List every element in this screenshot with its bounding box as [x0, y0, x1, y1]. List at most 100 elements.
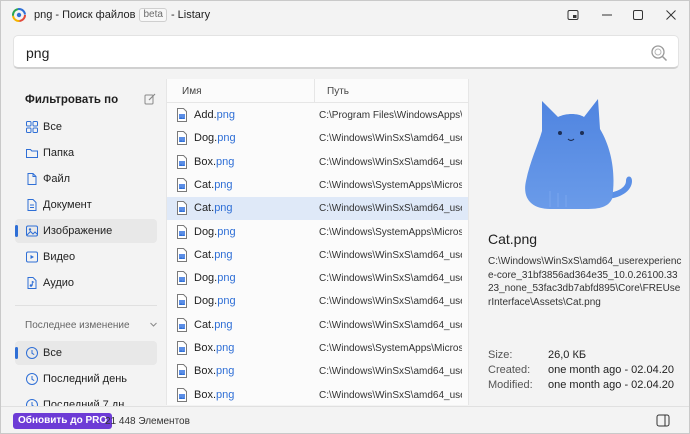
- file-path: C:\Program Files\WindowsApps\M: [319, 110, 462, 121]
- filter-all[interactable]: Все: [15, 115, 157, 139]
- filter-file-label: Файл: [43, 173, 71, 185]
- image-file-icon: [176, 271, 188, 286]
- status-bar: Обновить до PRO 21 448 Элементов: [1, 406, 689, 433]
- image-file-icon: [176, 154, 188, 169]
- file-name-match: png: [217, 272, 236, 285]
- clock-icon: [25, 346, 39, 360]
- file-name-match: png: [216, 109, 235, 121]
- filter-audio[interactable]: Аудио: [15, 271, 157, 295]
- video-icon: [25, 250, 39, 264]
- file-row[interactable]: Box.png C:\Windows\WinSxS\amd64_userex: [167, 151, 468, 174]
- search-input[interactable]: [26, 43, 626, 63]
- file-row[interactable]: Box.png C:\Windows\WinSxS\amd64_userex: [167, 360, 468, 383]
- file-name: Dog.png: [194, 272, 236, 284]
- audio-icon: [25, 276, 39, 290]
- file-row[interactable]: Add.png C:\Program Files\WindowsApps\M: [167, 104, 468, 127]
- pin-window-button[interactable]: [556, 1, 590, 29]
- file-name-base: Dog.: [194, 295, 218, 308]
- file-name: Box.png: [194, 156, 234, 168]
- image-file-icon: [176, 317, 188, 332]
- file-name: Box.png: [194, 342, 234, 354]
- file-path: C:\Windows\SystemApps\Microso: [319, 179, 462, 191]
- maximize-icon: [633, 10, 643, 20]
- file-path: C:\Windows\WinSxS\amd64_userex: [319, 296, 462, 308]
- image-file-icon: [176, 341, 188, 355]
- file-name-base: Dog.: [194, 225, 218, 238]
- image-file-icon: [176, 387, 188, 402]
- file-name-match: png: [217, 295, 236, 308]
- file-path: C:\Windows\WinSxS\amd64_userex: [319, 389, 462, 401]
- filter-document[interactable]: Документ: [15, 193, 157, 217]
- file-name-match: png: [216, 388, 235, 401]
- minimize-icon: [602, 14, 612, 16]
- preview-file-path[interactable]: C:\Windows\WinSxS\amd64_userexperience-c…: [488, 255, 682, 309]
- grid-icon: [25, 120, 39, 134]
- file-name-match: png: [214, 248, 233, 261]
- file-path: C:\Windows\WinSxS\amd64_userex: [319, 366, 462, 378]
- file-row[interactable]: Box.png C:\Windows\SystemApps\Microso: [167, 337, 468, 360]
- image-file-icon: [176, 201, 188, 216]
- file-row[interactable]: Cat.png C:\Windows\SystemApps\Microso: [167, 174, 468, 197]
- column-separator[interactable]: [314, 79, 315, 103]
- column-header-path[interactable]: Путь: [327, 86, 349, 97]
- modified-value: one month ago - 02.04.20: [548, 379, 674, 391]
- upgrade-pro-button[interactable]: Обновить до PRO: [13, 413, 113, 429]
- filter-document-label: Документ: [43, 199, 92, 211]
- file-name: Dog.png: [194, 132, 236, 144]
- file-name-base: Cat.: [194, 318, 215, 331]
- window-title-query: png - Поиск файлов: [34, 9, 136, 21]
- file-row[interactable]: Dog.png C:\Windows\WinSxS\amd64_userex: [167, 290, 468, 313]
- filter-image[interactable]: Изображение: [15, 219, 157, 243]
- modified-label: Modified:: [488, 379, 533, 391]
- filter-audio-label: Аудио: [43, 277, 75, 289]
- file-name-base: Box.: [194, 365, 217, 378]
- sidebar-divider: [15, 305, 157, 306]
- modified-last-day-label: Последний день: [43, 373, 127, 385]
- title-bar: png - Поиск файлов beta - Listary: [1, 1, 689, 29]
- file-icon: [25, 172, 39, 186]
- file-row[interactable]: Dog.png C:\Windows\WinSxS\amd64_userex: [167, 267, 468, 290]
- image-file-icon: [176, 177, 188, 192]
- chevron-down-icon[interactable]: [149, 320, 158, 332]
- filter-folder[interactable]: Папка: [15, 141, 157, 165]
- file-row[interactable]: Dog.png C:\Windows\SystemApps\Microso: [167, 221, 468, 244]
- file-row[interactable]: Box.png C:\Windows\WinSxS\amd64_userex: [167, 384, 468, 405]
- file-row[interactable]: Cat.png C:\Windows\WinSxS\amd64_userex: [167, 314, 468, 337]
- modified-section-title: Последнее изменение: [25, 320, 130, 331]
- file-row[interactable]: Cat.png C:\Windows\WinSxS\amd64_userex: [167, 197, 468, 221]
- file-name-match: png: [214, 318, 233, 331]
- filter-all-label: Все: [43, 121, 62, 133]
- filter-file[interactable]: Файл: [15, 167, 157, 191]
- modified-all[interactable]: Все: [15, 341, 157, 365]
- file-name: Cat.png: [194, 179, 233, 191]
- filter-video[interactable]: Видео: [15, 245, 157, 269]
- file-name-match: png: [216, 155, 235, 168]
- file-name-match: png: [217, 132, 236, 145]
- file-name: Add.png: [194, 109, 235, 121]
- preview-file-name: Cat.png: [488, 231, 538, 247]
- file-row[interactable]: Dog.png C:\Windows\WinSxS\amd64_userex: [167, 127, 468, 150]
- file-name: Box.png: [194, 389, 234, 401]
- filter-title: Фильтровать по: [25, 94, 119, 106]
- listary-window: png - Поиск файлов beta - Listary Ф: [0, 0, 690, 434]
- file-name-match: png: [217, 225, 236, 238]
- image-file-icon: [176, 108, 188, 122]
- preview-panel-toggle-icon[interactable]: [656, 414, 670, 430]
- filter-sidebar: Фильтровать по Все Папка Файл Документ И…: [1, 79, 166, 411]
- search-icon[interactable]: [650, 44, 668, 65]
- close-icon: [666, 10, 676, 20]
- created-value: one month ago - 02.04.20: [548, 364, 674, 376]
- image-file-icon: [176, 224, 188, 239]
- file-name: Box.png: [194, 365, 234, 377]
- edit-filters-icon[interactable]: [144, 93, 156, 108]
- file-name-base: Box.: [194, 342, 217, 354]
- close-button[interactable]: [654, 1, 688, 29]
- maximize-button[interactable]: [621, 1, 655, 29]
- size-label: Size:: [488, 349, 513, 361]
- column-header-name[interactable]: Имя: [182, 86, 201, 97]
- filter-image-label: Изображение: [43, 225, 113, 237]
- modified-last-day[interactable]: Последний день: [15, 367, 157, 391]
- minimize-button[interactable]: [590, 1, 624, 29]
- item-count: 21 448 Элементов: [105, 416, 190, 427]
- file-row[interactable]: Cat.png C:\Windows\WinSxS\amd64_userex: [167, 244, 468, 267]
